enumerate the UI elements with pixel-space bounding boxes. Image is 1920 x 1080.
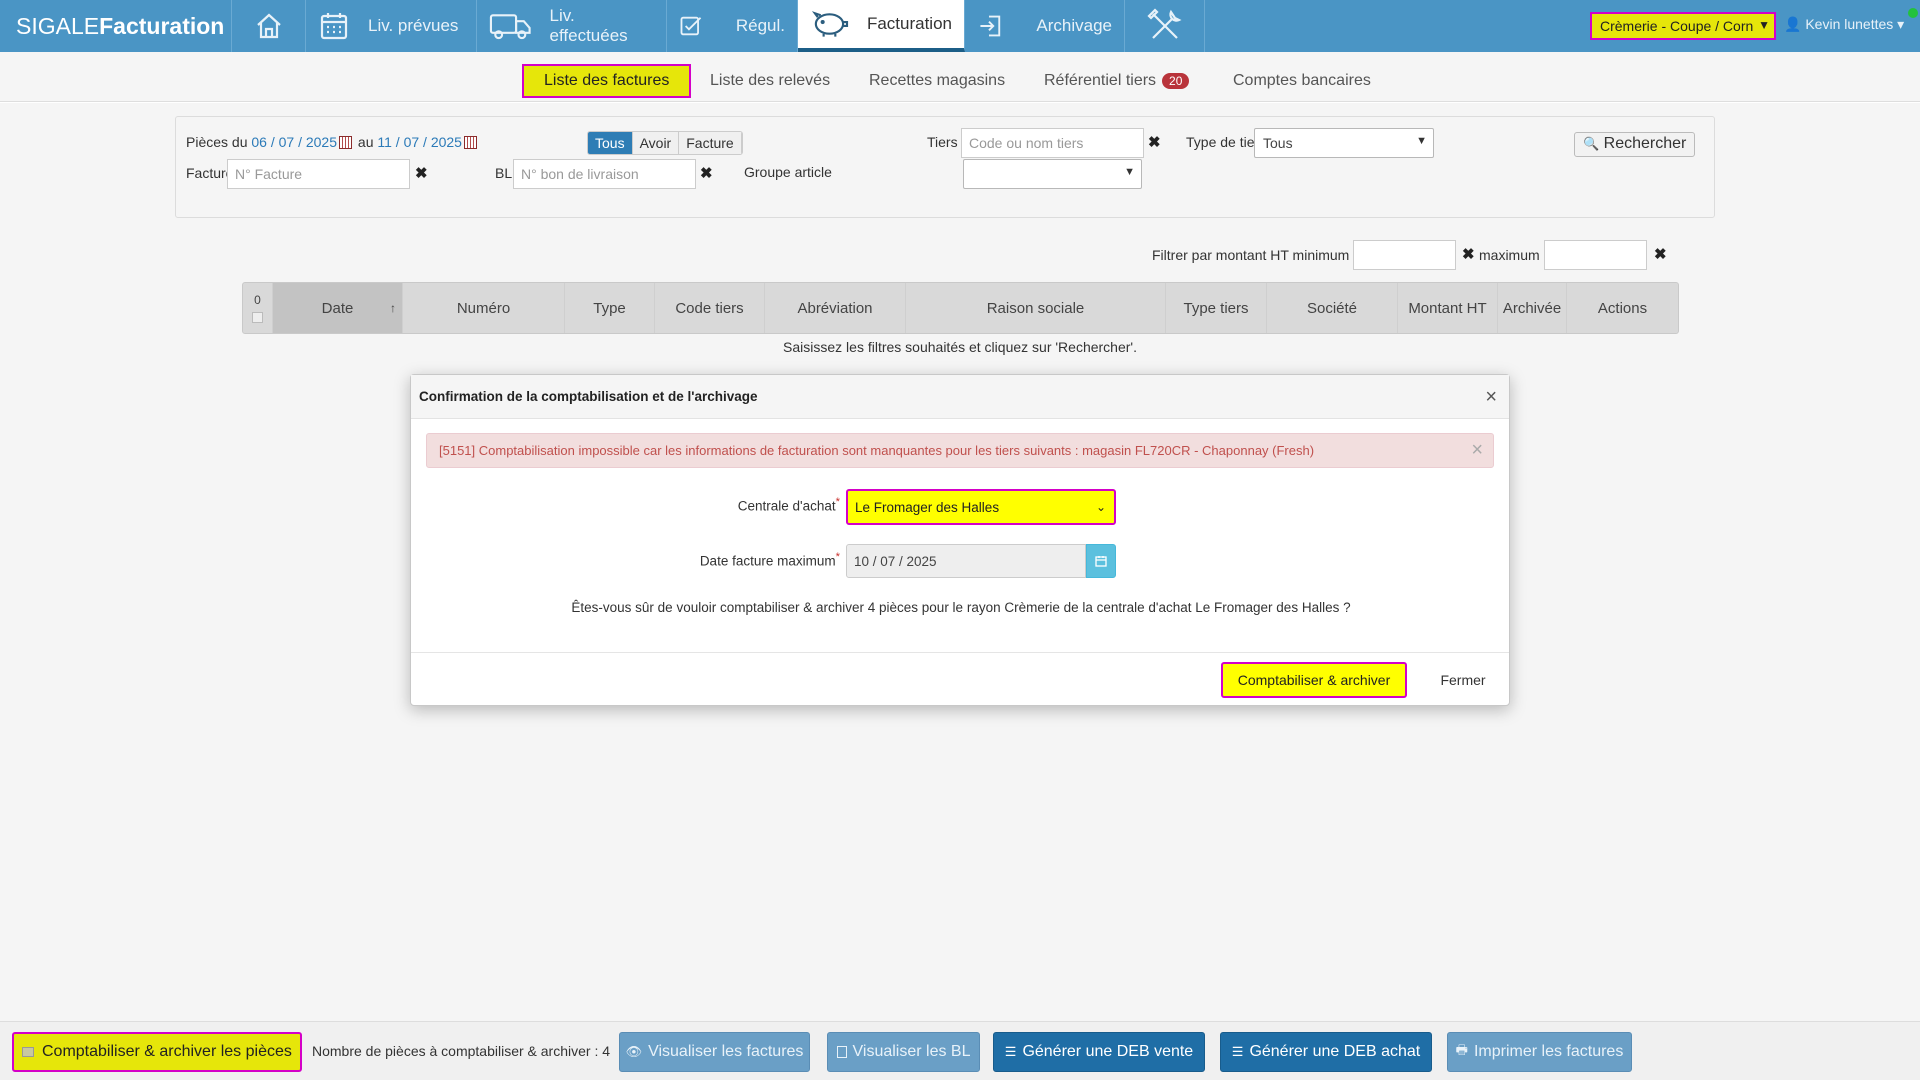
close-icon[interactable]: × bbox=[1485, 386, 1497, 409]
modal-title: Confirmation de la comptabilisation et d… bbox=[411, 375, 1509, 419]
date-picker-button[interactable] bbox=[1086, 544, 1116, 578]
comptabiliser-archiver-button[interactable]: Comptabiliser & archiver bbox=[1221, 662, 1407, 698]
chevron-down-icon: ⌄ bbox=[1095, 500, 1106, 514]
centrale-achat-label: Centrale d'achat* bbox=[611, 496, 840, 514]
confirmation-question: Êtes-vous sûr de vouloir comptabiliser &… bbox=[571, 600, 1351, 615]
error-alert: [5151] Comptabilisation impossible car l… bbox=[426, 433, 1494, 468]
required-marker: * bbox=[835, 551, 840, 563]
alert-message: [5151] Comptabilisation impossible car l… bbox=[439, 443, 1315, 458]
label-text: Date facture maximum bbox=[699, 553, 836, 569]
date-facture-max-label: Date facture maximum* bbox=[611, 551, 840, 569]
modal-footer: Comptabiliser & archiver Fermer bbox=[411, 652, 1509, 706]
fermer-button[interactable]: Fermer bbox=[1423, 662, 1503, 698]
required-marker: * bbox=[835, 496, 840, 508]
centrale-achat-select[interactable]: Le Fromager des Halles ⌄ bbox=[846, 489, 1116, 525]
confirmation-modal: Confirmation de la comptabilisation et d… bbox=[410, 374, 1510, 706]
label-text: Centrale d'achat bbox=[737, 498, 836, 514]
alert-close-icon[interactable]: × bbox=[1471, 439, 1483, 462]
centrale-achat-value: Le Fromager des Halles bbox=[855, 500, 1000, 515]
calendar-icon bbox=[1095, 556, 1107, 567]
date-facture-max-input[interactable]: 10 / 07 / 2025 bbox=[846, 544, 1086, 578]
